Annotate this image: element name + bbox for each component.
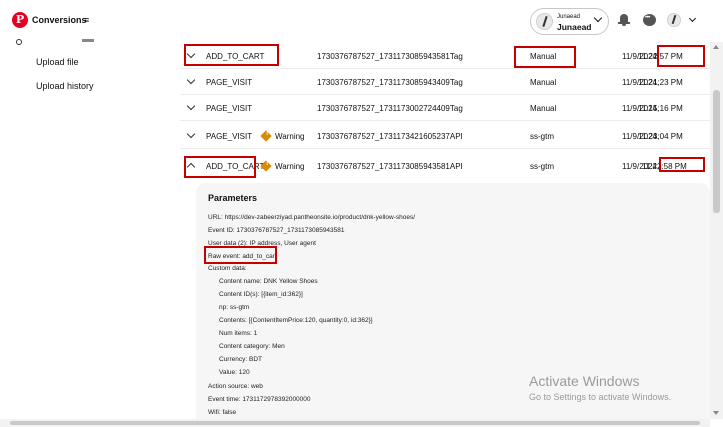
- event-source: ss-gtm: [530, 132, 554, 141]
- param-line: Content category: Men: [219, 343, 285, 350]
- event-name: ADD_TO_CART: [206, 52, 265, 61]
- event-source: Manual: [530, 104, 557, 113]
- events-table: ADD_TO_CART 1730376787527_17311730859435…: [180, 42, 710, 419]
- event-time: 11:22:57 PM: [638, 52, 683, 61]
- scroll-down-arrow-icon[interactable]: [713, 411, 719, 415]
- event-id: 1730376787527_1731173085943409Tag: [317, 78, 463, 87]
- event-time: 11:15:16 PM: [638, 104, 683, 113]
- sidebar-item-upload-history[interactable]: Upload history: [36, 81, 94, 91]
- hamburger-menu-icon[interactable]: ≡: [84, 15, 89, 25]
- app-title[interactable]: Conversions: [32, 15, 87, 25]
- vertical-scrollbar[interactable]: [710, 42, 723, 419]
- activation-watermark-subtitle: Go to Settings to activate Windows.: [529, 392, 672, 402]
- sidebar-item-partial[interactable]: [16, 39, 96, 45]
- event-source: ss-gtm: [530, 162, 554, 171]
- param-line: Content name: DNK Yellow Shoes: [219, 278, 318, 285]
- activation-watermark-title: Activate Windows: [529, 373, 640, 389]
- event-id: 1730376787527_1731173085943581API: [317, 162, 463, 171]
- event-id: 1730376787527_1731173421605237API: [317, 132, 463, 141]
- event-time: 11:23:04 PM: [638, 132, 683, 141]
- param-line: Value: 120: [219, 369, 250, 376]
- table-row[interactable]: ADD_TO_CART 1730376787527_17311730859435…: [180, 43, 710, 69]
- scrollbar-thumb[interactable]: [713, 90, 720, 213]
- event-name: PAGE_VISIT: [206, 132, 253, 141]
- table-row[interactable]: PAGE_VISIT Warning 1730376787527_1731173…: [180, 123, 710, 149]
- param-line: Wifi: false: [208, 409, 237, 416]
- chevron-up-icon[interactable]: [186, 162, 196, 172]
- table-row[interactable]: PAGE_VISIT 1730376787527_173117308594340…: [180, 69, 710, 95]
- warning-icon: [260, 130, 272, 142]
- table-row[interactable]: PAGE_VISIT 1730376787527_173117300272440…: [180, 95, 710, 121]
- account-name: Junaead: [557, 22, 592, 32]
- param-line: Action source: web: [208, 383, 263, 390]
- param-line: Event time: 1731172978392000000: [208, 396, 311, 403]
- chevron-down-icon[interactable]: [186, 49, 196, 59]
- account-label: Junaead: [557, 14, 581, 20]
- param-line: Num items: 1: [219, 330, 258, 337]
- warning-icon: [260, 160, 272, 172]
- param-line: URL: https://dev-zabeerziyad.pantheonsit…: [208, 214, 416, 221]
- scroll-up-arrow-icon[interactable]: [713, 45, 719, 49]
- event-name: PAGE_VISIT: [206, 104, 253, 113]
- sidebar: Upload file Upload history: [0, 39, 180, 419]
- param-line: Event ID: 1730376787527_1731173085943581: [208, 227, 345, 234]
- chevron-down-icon[interactable]: [186, 101, 196, 111]
- avatar-icon: [536, 13, 553, 30]
- table-row-expanded[interactable]: ADD_TO_CART Warning 1730376787527_173117…: [180, 153, 710, 179]
- event-source: Manual: [530, 78, 557, 87]
- chevron-down-icon[interactable]: [186, 129, 196, 139]
- event-id: 1730376787527_1731173002724409Tag: [317, 104, 463, 113]
- warning-label: Warning: [260, 160, 305, 172]
- event-name: ADD_TO_CART: [206, 162, 265, 171]
- event-time: 11:21:23 PM: [638, 78, 683, 87]
- chevron-down-icon: [593, 13, 603, 23]
- warning-label: Warning: [260, 130, 305, 142]
- bell-icon[interactable]: [618, 14, 630, 26]
- avatar-icon[interactable]: [667, 13, 681, 27]
- param-line: Contents: [{ContentItemPrice:120, quanti…: [219, 317, 373, 324]
- param-line: Currency: BDT: [219, 356, 262, 363]
- chat-icon[interactable]: [643, 14, 656, 26]
- event-source: Manual: [530, 52, 557, 61]
- account-switcher[interactable]: Junaead Junaead: [530, 8, 609, 35]
- param-line: User data (2): IP address, User agent: [208, 240, 316, 247]
- chevron-down-icon[interactable]: [688, 14, 697, 23]
- parameters-title: Parameters: [208, 193, 258, 203]
- top-header: P Conversions ≡ Junaead Junaead: [0, 0, 723, 42]
- param-line: np: ss-gtm: [219, 304, 250, 311]
- scrollbar-thumb[interactable]: [10, 421, 700, 425]
- event-id: 1730376787527_1731173085943581Tag: [317, 52, 463, 61]
- pinterest-logo-icon[interactable]: P: [12, 12, 28, 28]
- param-line: Raw event: add_to_cart: [208, 253, 277, 260]
- event-time: 11:22:58 PM: [642, 162, 687, 171]
- horizontal-scrollbar[interactable]: [0, 419, 710, 427]
- chevron-down-icon[interactable]: [186, 75, 196, 85]
- param-line: Content ID(s): [{item_id:362}]: [219, 291, 303, 298]
- event-name: PAGE_VISIT: [206, 78, 253, 87]
- param-line: Custom data:: [208, 265, 247, 272]
- sidebar-item-upload-file[interactable]: Upload file: [36, 57, 79, 67]
